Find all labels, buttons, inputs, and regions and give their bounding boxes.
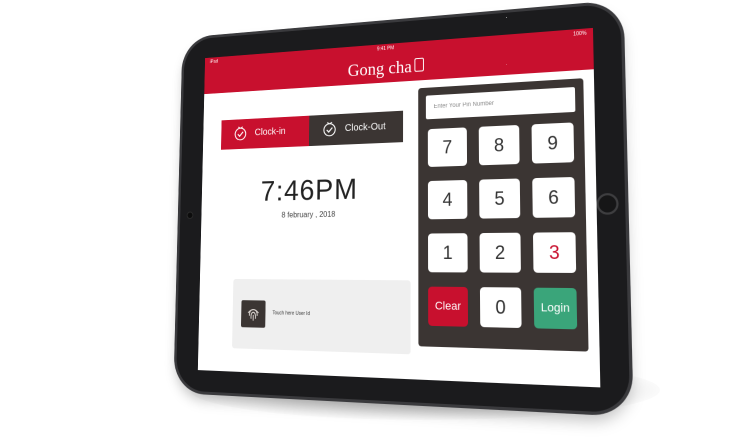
scene: iPad 9:41 PM 100% Gong cha Clock-in Cloc… (0, 0, 745, 445)
pin-input[interactable] (425, 86, 576, 120)
clear-button[interactable]: Clear (428, 286, 469, 327)
clock-in-label: Clock-in (254, 126, 286, 139)
tablet-device: iPad 9:41 PM 100% Gong cha Clock-in Cloc… (175, 2, 631, 414)
key-2[interactable]: 2 (479, 232, 521, 273)
pin-keypad: 7 8 9 4 5 6 1 2 3 Clear 0 Login (418, 78, 589, 352)
brand-logo-icon (414, 57, 425, 72)
key-4[interactable]: 4 (427, 179, 468, 220)
login-button[interactable]: Login (533, 287, 578, 330)
key-5[interactable]: 5 (479, 178, 521, 219)
clock-action-group: Clock-in Clock-Out (220, 110, 404, 150)
clock-check-icon (233, 125, 248, 142)
camera-icon (186, 211, 194, 220)
app-screen: iPad 9:41 PM 100% Gong cha Clock-in Cloc… (197, 27, 601, 388)
fingerprint-button[interactable] (240, 300, 266, 328)
touch-id-panel[interactable]: Touch here User Id (232, 278, 411, 355)
key-1[interactable]: 1 (428, 233, 468, 273)
key-3[interactable]: 3 (532, 232, 577, 273)
home-button[interactable] (596, 192, 619, 215)
brand-name: Gong cha (347, 56, 412, 81)
fingerprint-icon (244, 304, 262, 324)
clock-check-icon (321, 120, 337, 138)
current-date: 8 february , 2018 (281, 209, 336, 220)
key-0[interactable]: 0 (479, 287, 522, 329)
touch-id-label: Touch here User Id (272, 310, 310, 318)
clock-out-label: Clock-Out (344, 121, 386, 134)
key-7[interactable]: 7 (427, 127, 468, 168)
clock-out-button[interactable]: Clock-Out (308, 110, 404, 147)
key-9[interactable]: 9 (531, 122, 575, 164)
clock-in-button[interactable]: Clock-in (220, 115, 310, 150)
key-6[interactable]: 6 (532, 176, 576, 218)
current-time: 7:46PM (260, 173, 358, 208)
key-8[interactable]: 8 (478, 124, 520, 166)
